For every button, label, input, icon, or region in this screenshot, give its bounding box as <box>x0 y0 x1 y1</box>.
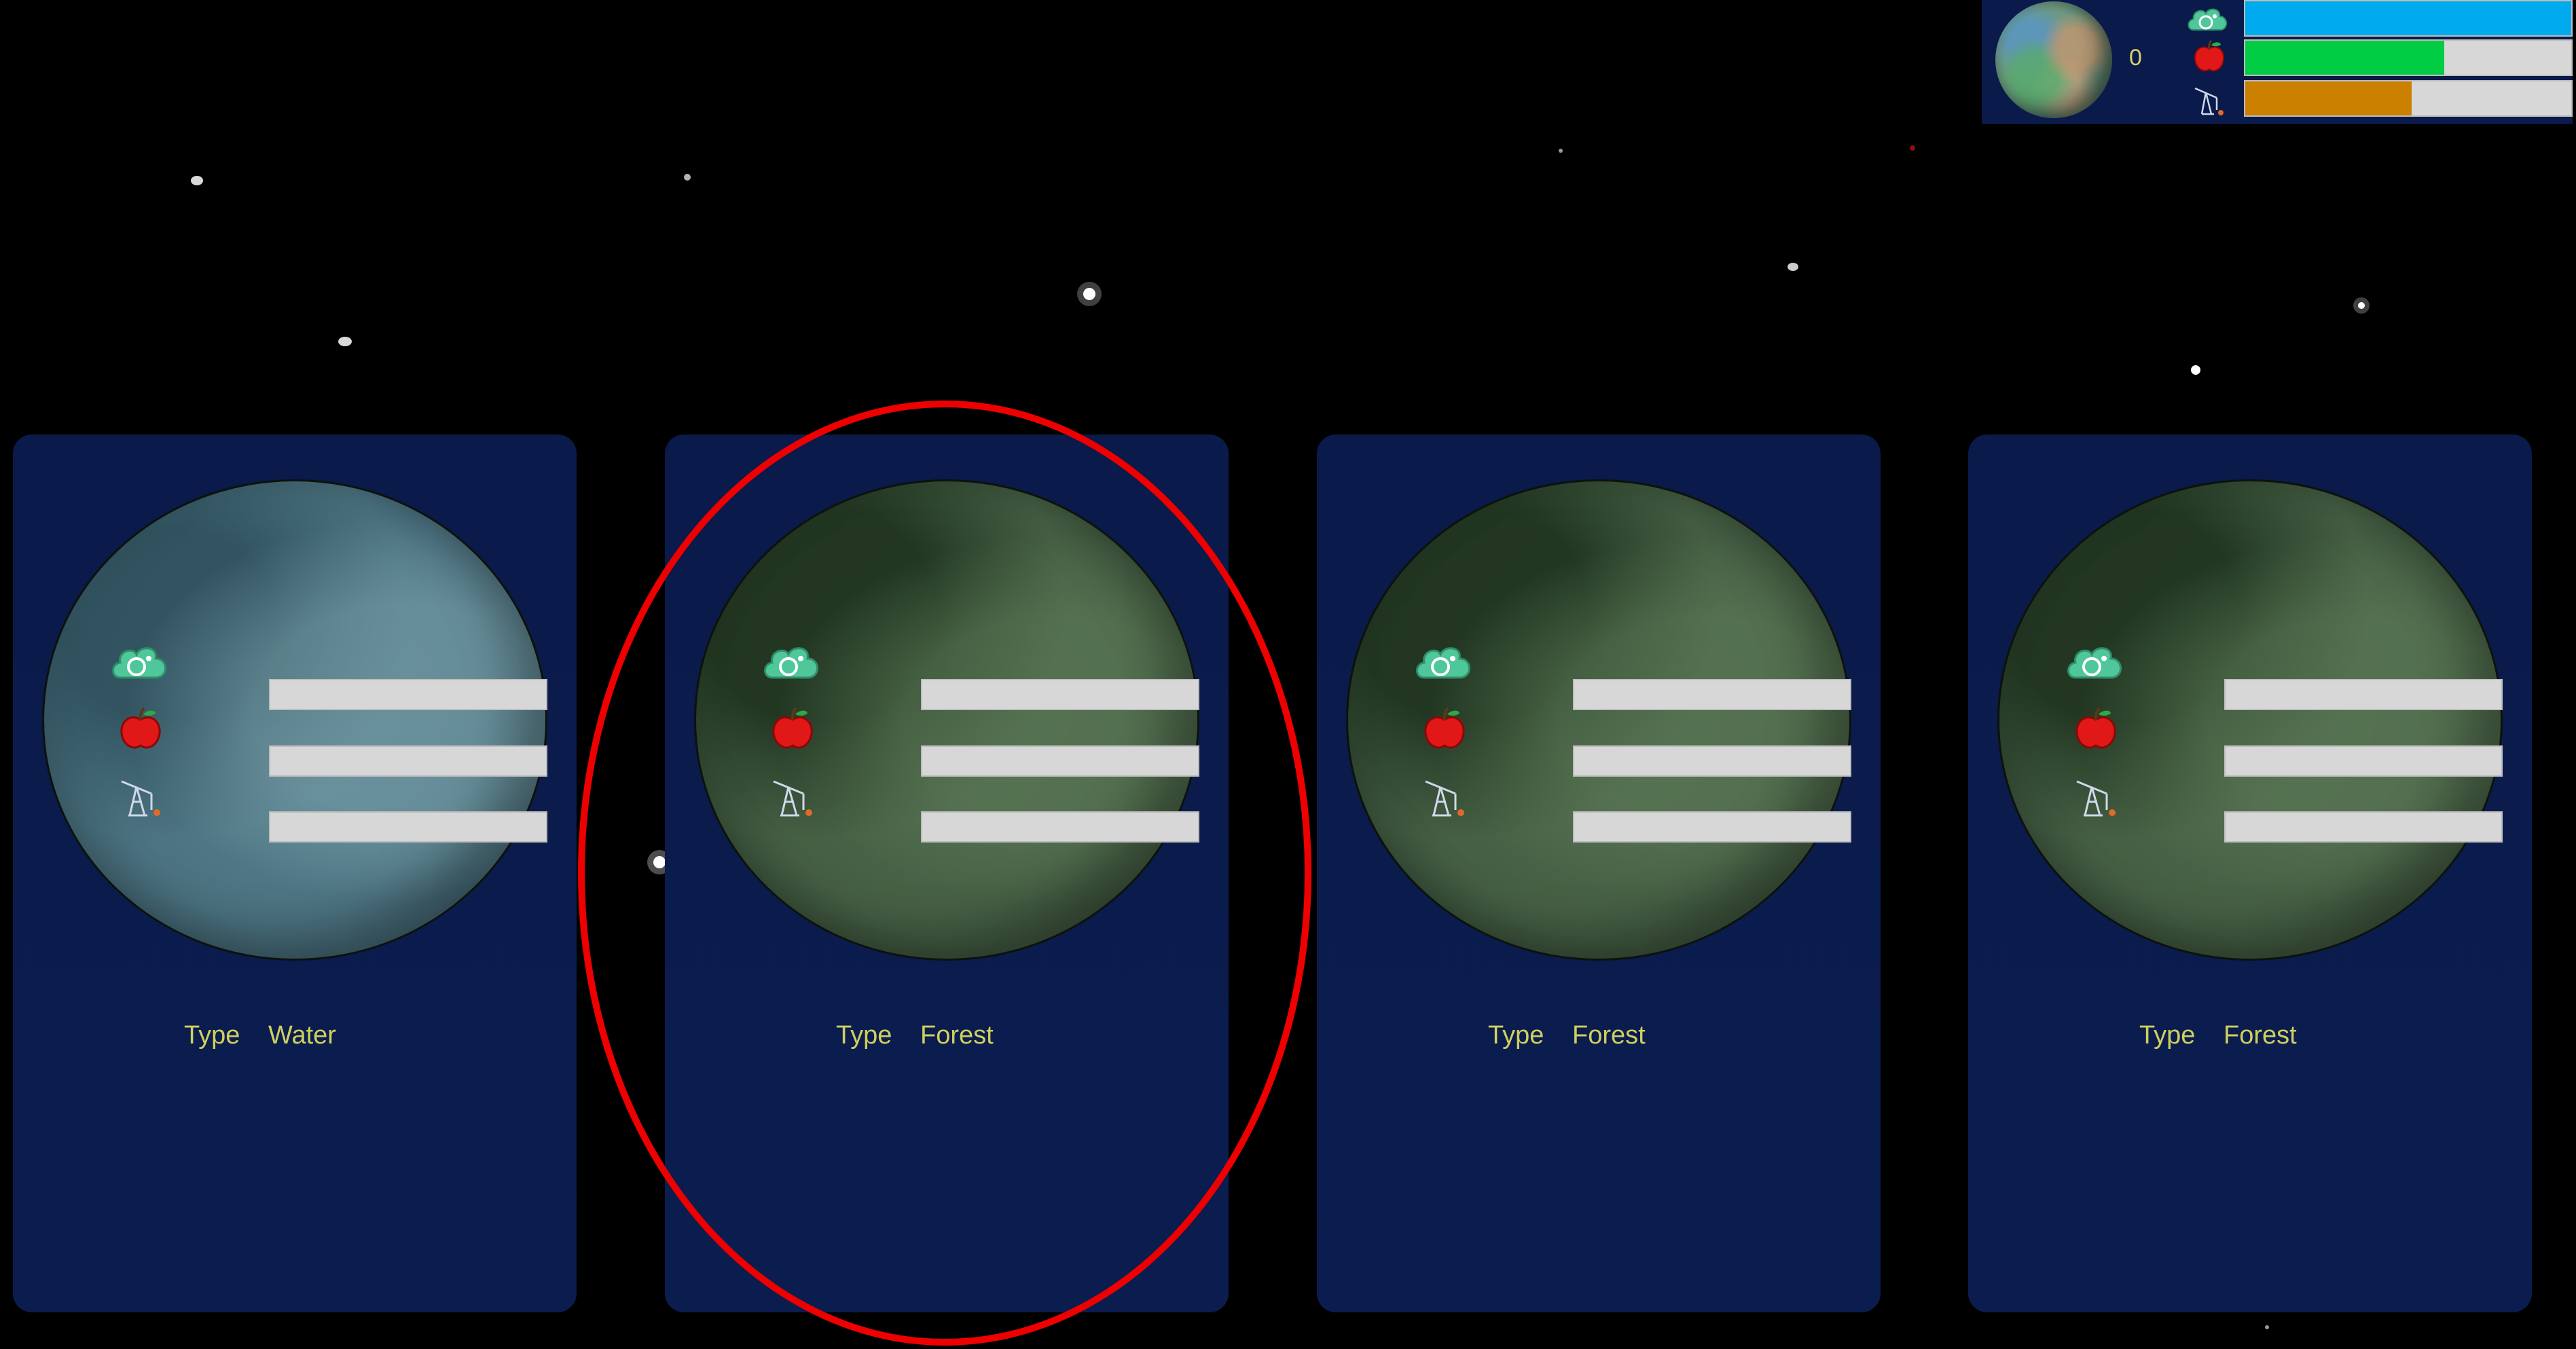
resource-bar <box>2224 745 2503 777</box>
type-value: Forest <box>2224 1021 2297 1050</box>
oxygen-cloud-icon <box>2063 640 2128 687</box>
planet-count: 0 <box>2129 45 2142 71</box>
resource-bar <box>921 679 1199 710</box>
home-planet-thumbnail[interactable] <box>1995 1 2112 118</box>
oxygen-cloud-icon <box>108 640 173 687</box>
oil-pump-icon <box>1412 772 1477 819</box>
oil-pump-icon <box>2194 87 2224 115</box>
oxygen-cloud-icon <box>1412 640 1477 687</box>
oxygen-cloud-icon <box>2188 8 2227 31</box>
oil-pump-icon <box>2063 772 2128 819</box>
oil-pump-icon <box>760 772 825 819</box>
planet-card[interactable]: Type Forest <box>1317 435 1881 1312</box>
hud-food-bar-fill <box>2245 41 2444 75</box>
type-label: Type <box>1488 1021 1544 1050</box>
apple-icon <box>2063 706 2128 754</box>
resource-bar <box>1573 679 1851 710</box>
hud-food-bar <box>2244 39 2573 76</box>
oil-pump-icon <box>108 772 173 819</box>
resource-bar <box>1573 745 1851 777</box>
planet-card[interactable]: Type Forest <box>1968 435 2532 1312</box>
type-value: Forest <box>920 1021 994 1050</box>
resource-bar <box>2224 811 2503 843</box>
oxygen-cloud-icon <box>760 640 825 687</box>
resource-bar <box>921 745 1199 777</box>
planet-card[interactable]: Type Forest <box>665 435 1229 1312</box>
type-label: Type <box>836 1021 892 1050</box>
resource-bar <box>269 811 547 843</box>
apple-icon <box>1412 706 1477 754</box>
resource-bar <box>2224 679 2503 710</box>
planet-card[interactable]: Type Water <box>13 435 577 1312</box>
apple-icon <box>2194 39 2225 72</box>
hud-mineral-bar <box>2244 80 2573 117</box>
type-label: Type <box>184 1021 240 1050</box>
resource-bar <box>1573 811 1851 843</box>
type-label: Type <box>2139 1021 2196 1050</box>
apple-icon <box>108 706 173 754</box>
hud-oxygen-bar-fill <box>2245 1 2571 35</box>
hud-oxygen-bar <box>2244 0 2573 37</box>
resource-hud: 0 <box>1982 0 2573 124</box>
type-value: Forest <box>1572 1021 1646 1050</box>
type-value: Water <box>268 1021 336 1050</box>
resource-bar <box>921 811 1199 843</box>
resource-bar <box>269 745 547 777</box>
resource-bar <box>269 679 547 710</box>
hud-mineral-bar-fill <box>2245 81 2412 115</box>
apple-icon <box>760 706 825 754</box>
